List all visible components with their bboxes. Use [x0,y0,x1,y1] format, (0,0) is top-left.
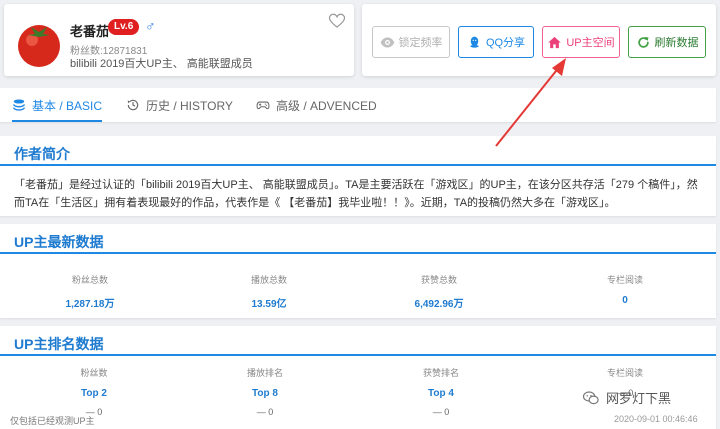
author-intro-title: 作者简介 [14,146,70,162]
up-description: bilibili 2019百大UP主、 高能联盟成员 [70,58,253,70]
up-latest-data-section: UP主最新数据 粉丝总数 1,287.18万 播放总数 13.59亿 获赞总数 … [0,224,716,318]
refresh-icon [637,36,649,48]
stat-plays-total: 播放总数 13.59亿 [209,273,329,310]
rank-value: Top 8 [252,388,278,399]
latest-data-title: UP主最新数据 [14,234,104,250]
rank-value: Top 4 [428,388,454,399]
stat-value: 13.59亿 [251,299,287,310]
stat-likes-total: 获赞总数 6,492.96万 [379,273,499,310]
heart-icon[interactable] [328,12,346,30]
section-divider [0,164,716,166]
rank-change: — 0 [432,407,450,417]
action-card: 锁定频率 QQ分享 UP主空间 刷新数据 [362,4,716,76]
stat-label: 播放排名 [246,368,283,378]
tomato-avatar[interactable] [14,18,64,68]
stat-value: 0 [622,295,628,306]
wechat-icon [582,390,599,404]
gamepad-icon [256,101,270,110]
qq-share-button[interactable]: QQ分享 [458,26,534,58]
male-icon: ♂ [145,18,156,34]
rank-value: Top 2 [81,388,107,399]
stat-label: 获赞总数 [420,275,457,285]
refresh-data-label: 刷新数据 [654,37,699,49]
home-icon [548,36,562,48]
tab-advanced[interactable]: 高级 / ADVENCED [256,88,377,122]
lock-frequency-label: 锁定频率 [398,37,443,49]
up-space-button[interactable]: UP主空间 [542,26,620,58]
timestamp: 2020-09-01 00:46:46 [614,414,698,424]
observed-up-note: 仅包括已经观测UP主 [10,416,95,426]
profile-card: 老番茄 Lv.6 ♂ 粉丝数:12871831 bilibili 2019百大U… [4,4,354,76]
stat-fans-total: 粉丝总数 1,287.18万 [30,273,150,310]
stat-value: 6,492.96万 [414,299,464,310]
stat-label: 获赞排名 [422,368,459,378]
qq-icon [470,36,479,48]
watermark-text: 网罗灯下黑 [606,391,672,406]
tab-basic[interactable]: 基本 / BASIC [12,88,103,122]
up-name: 老番茄 [70,24,110,39]
up-ranking-section: UP主排名数据 粉丝数 Top 2 — 0 播放排名 Top 8 — 0 获赞排… [0,326,716,429]
rank-change: — 0 [256,407,274,417]
refresh-data-button[interactable]: 刷新数据 [628,26,706,58]
section-divider [0,354,716,356]
history-icon [127,99,139,111]
watermark: 网罗灯下黑 [582,388,671,407]
stat-label: 播放总数 [250,275,287,285]
stat-label: 粉丝总数 [71,275,108,285]
lock-frequency-button[interactable]: 锁定频率 [372,26,450,58]
section-divider [0,252,716,254]
rank-fans: 粉丝数 Top 2 — 0 [34,366,154,417]
qq-share-label: QQ分享 [485,37,526,49]
tab-basic-label: 基本 / BASIC [32,98,103,113]
stat-column-reads: 专栏阅读 0 [565,273,685,306]
stat-label: 粉丝数 [80,368,108,378]
tab-advanced-label: 高级 / ADVENCED [276,98,377,113]
author-intro-section: 作者简介 「老番茄」是经过认证的「bilibili 2019百大UP主、 高能联… [0,136,716,216]
layers-icon [13,99,25,111]
up-space-label: UP主空间 [566,37,615,49]
ranking-title: UP主排名数据 [14,336,104,352]
tab-history[interactable]: 历史 / HISTORY [126,88,233,122]
eye-icon [380,37,394,47]
tab-bar: 基本 / BASIC 历史 / HISTORY 高级 / ADVENCED [0,88,716,122]
level-badge: Lv.6 [108,19,140,35]
stat-value: 1,287.18万 [65,299,115,310]
stat-label: 专栏阅读 [606,275,643,285]
tab-history-label: 历史 / HISTORY [146,98,233,113]
rank-likes: 获赞排名 Top 4 — 0 [381,366,501,417]
stat-label: 专栏阅读 [606,368,643,378]
author-intro-text: 「老番茄」是经过认证的「bilibili 2019百大UP主、 高能联盟成员」。… [14,179,698,209]
rank-plays: 播放排名 Top 8 — 0 [205,366,325,417]
